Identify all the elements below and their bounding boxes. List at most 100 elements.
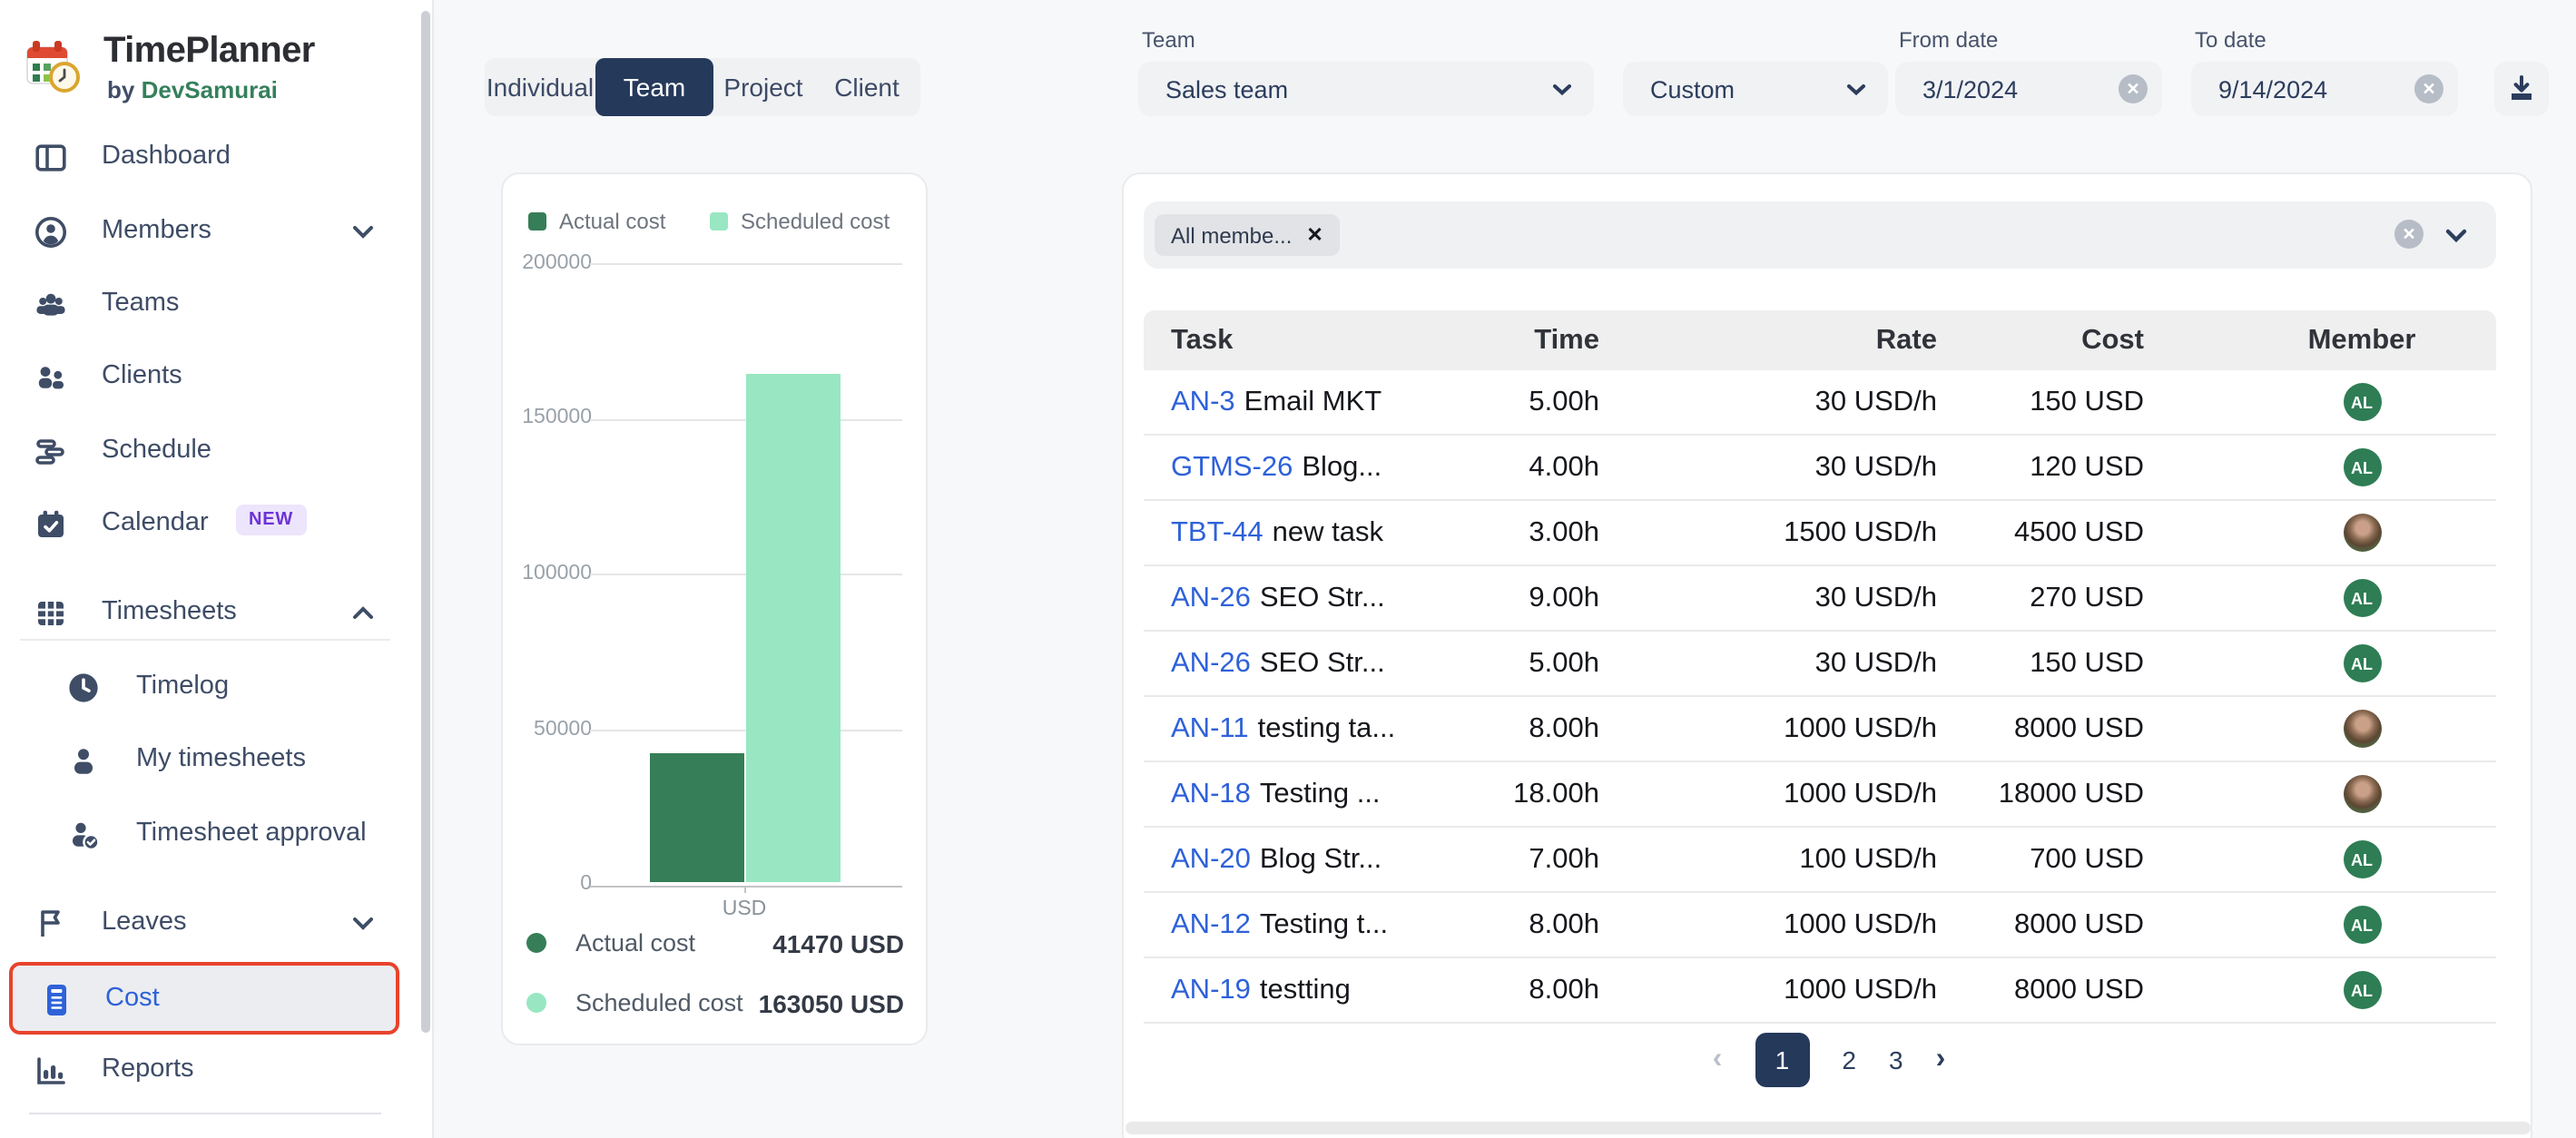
member-cell: AL <box>2342 436 2382 499</box>
tab-team[interactable]: Team <box>595 58 713 116</box>
next-page-icon[interactable]: › <box>1936 1044 1946 1076</box>
col-member: Member <box>2342 310 2382 370</box>
task-cell: AN-20Blog Str... <box>1171 828 1381 891</box>
task-link[interactable]: AN-26 <box>1171 582 1251 614</box>
tab-client[interactable]: Client <box>813 58 920 116</box>
task-link[interactable]: AN-19 <box>1171 974 1251 1006</box>
team-select[interactable]: Sales team <box>1138 62 1594 116</box>
sidebar-item-dashboard[interactable]: Dashboard <box>0 122 432 194</box>
sidebar-item-reports[interactable]: Reports <box>0 1035 432 1107</box>
sidebar-item-cost[interactable]: Cost <box>9 962 399 1035</box>
member-filter-select[interactable]: All membe... ✕ ✕ <box>1144 201 2496 269</box>
time-cell: 8.00h <box>1381 893 1599 957</box>
member-avatar[interactable] <box>2343 775 2381 813</box>
cost-cell: 8000 USD <box>1890 893 2144 957</box>
time-cell: 5.00h <box>1381 632 1599 695</box>
scheduled-cost-bar <box>745 375 841 881</box>
clock-icon <box>65 670 102 706</box>
member-avatar[interactable] <box>2343 710 2381 748</box>
sidebar-item-clients[interactable]: Clients <box>0 341 432 414</box>
sidebar-item-calendar[interactable]: Calendar NEW <box>0 488 432 561</box>
sidebar-scrollbar[interactable] <box>421 11 430 1033</box>
table-row: AN-26SEO Str...9.00h30 USD/h270 USDAL <box>1144 566 2496 632</box>
clear-members-icon[interactable]: ✕ <box>2394 220 2424 249</box>
sidebar-item-teams[interactable]: Teams <box>0 269 432 341</box>
task-link[interactable]: AN-12 <box>1171 908 1251 941</box>
col-task: Task <box>1171 310 1233 370</box>
member-cell: AL <box>2342 566 2382 630</box>
sidebar-item-timesheet-approval[interactable]: Timesheet approval <box>0 799 432 871</box>
task-link[interactable]: AN-3 <box>1171 386 1235 418</box>
clients-icon <box>33 359 69 396</box>
member-avatar[interactable]: AL <box>2343 971 2381 1009</box>
member-cell <box>2342 697 2382 760</box>
tab-individual[interactable]: Individual <box>485 58 595 116</box>
page-2-button[interactable]: 2 <box>1842 1045 1856 1074</box>
task-name: Email MKT <box>1244 386 1382 418</box>
export-download-button[interactable] <box>2494 62 2549 116</box>
task-link[interactable]: TBT-44 <box>1171 516 1263 549</box>
summary-actual-cost: Actual cost 41470 USD <box>526 929 904 958</box>
flag-icon <box>33 906 69 942</box>
pagination: ‹ 1 2 3 › <box>1124 1033 2534 1087</box>
cost-cell: 270 USD <box>1890 566 2144 630</box>
member-avatar[interactable]: AL <box>2343 448 2381 486</box>
page-1-button[interactable]: 1 <box>1755 1033 1809 1087</box>
to-date-input[interactable]: 9/14/2024 ✕ <box>2191 62 2458 116</box>
table-row: AN-18Testing ...18.00h1000 USD/h18000 US… <box>1144 762 2496 828</box>
clear-to-date-icon[interactable]: ✕ <box>2414 74 2443 103</box>
app-logo: TimePlanner by DevSamurai <box>24 31 423 111</box>
task-link[interactable]: AN-18 <box>1171 778 1251 810</box>
sidebar-item-timelog[interactable]: Timelog <box>0 652 432 724</box>
cost-cell: 150 USD <box>1890 632 2144 695</box>
app-byline: by DevSamurai <box>107 76 278 103</box>
sidebar-item-schedule[interactable]: Schedule <box>0 416 432 488</box>
horizontal-scrollbar[interactable] <box>1126 1122 2531 1134</box>
member-avatar[interactable] <box>2343 514 2381 552</box>
cost-cell: 18000 USD <box>1890 762 2144 826</box>
task-cell: AN-3 Email MKT <box>1171 370 1381 434</box>
calendar-clock-logo-icon <box>25 38 80 93</box>
member-cell: AL <box>2342 632 2382 695</box>
view-tabs: Individual Team Project Client <box>485 58 920 116</box>
tab-project[interactable]: Project <box>713 58 813 116</box>
x-axis-line <box>590 885 902 887</box>
task-link[interactable]: AN-20 <box>1171 843 1251 876</box>
member-avatar[interactable]: AL <box>2343 644 2381 682</box>
task-link[interactable]: AN-11 <box>1171 712 1249 745</box>
member-avatar[interactable]: AL <box>2343 906 2381 944</box>
member-avatar[interactable]: AL <box>2343 579 2381 617</box>
timeplanner-app: TimePlanner by DevSamurai Dashboard Memb… <box>0 0 2576 1138</box>
table-row: AN-20Blog Str...7.00h100 USD/h700 USDAL <box>1144 828 2496 893</box>
team-filter-label: Team <box>1142 27 1195 53</box>
prev-page-icon[interactable]: ‹ <box>1713 1044 1723 1076</box>
page-3-button[interactable]: 3 <box>1889 1045 1903 1074</box>
chevron-down-icon[interactable] <box>2445 229 2467 243</box>
task-link[interactable]: AN-26 <box>1171 647 1251 680</box>
ytick-100000: 100000 <box>512 563 592 584</box>
time-cell: 9.00h <box>1381 566 1599 630</box>
task-cell: TBT-44new task <box>1171 501 1383 564</box>
sidebar-item-leaves[interactable]: Leaves <box>0 888 432 960</box>
grid-icon <box>33 595 69 632</box>
from-date-input[interactable]: 3/1/2024 ✕ <box>1895 62 2162 116</box>
remove-chip-icon[interactable]: ✕ <box>1306 223 1322 247</box>
member-avatar[interactable]: AL <box>2343 383 2381 421</box>
task-cell: AN-12Testing t... <box>1171 893 1388 957</box>
member-avatar[interactable]: AL <box>2343 840 2381 878</box>
sidebar-item-members[interactable]: Members <box>0 196 432 269</box>
person-icon <box>65 742 102 779</box>
time-cell: 4.00h <box>1381 436 1599 499</box>
cost-table-card: All membe... ✕ ✕ Task Time Rate Cost Mem… <box>1122 172 2532 1138</box>
from-date-label: From date <box>1899 27 1998 53</box>
clear-from-date-icon[interactable]: ✕ <box>2119 74 2148 103</box>
task-link[interactable]: GTMS-26 <box>1171 451 1293 484</box>
table-header: Task Time Rate Cost Member <box>1144 310 2496 370</box>
sidebar-item-my-timesheets[interactable]: My timesheets <box>0 724 432 797</box>
date-range-select[interactable]: Custom <box>1623 62 1888 116</box>
x-axis-label: USD <box>654 898 835 920</box>
member-cell: AL <box>2342 893 2382 957</box>
schedule-icon <box>33 434 69 470</box>
sidebar: TimePlanner by DevSamurai Dashboard Memb… <box>0 0 434 1138</box>
member-cell <box>2342 501 2382 564</box>
